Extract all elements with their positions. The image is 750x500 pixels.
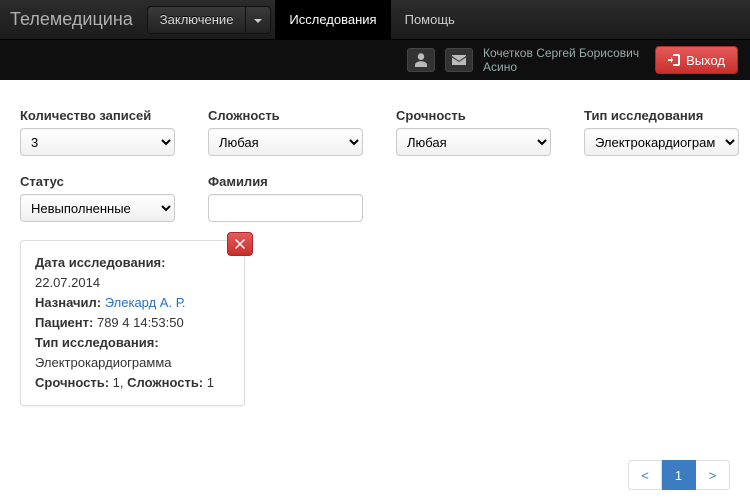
card-urgency-value: 1 [113,375,120,390]
filter-status: Статус Невыполненные [20,174,190,222]
study-card-wrap: Дата исследования: 22.07.2014 Назначил: … [20,240,245,406]
card-type-value: Электрокардиограмма [35,353,230,373]
card-patient-label: Пациент: [35,315,93,330]
card-urgency-label: Срочность: [35,375,109,390]
tab-studies[interactable]: Исследования [275,0,390,40]
filter-urgency: Срочность Любая [396,108,566,156]
conclusion-button[interactable]: Заключение [147,6,246,34]
logout-button[interactable]: Выход [655,46,738,74]
complexity-select[interactable]: Любая [208,128,363,156]
user-location: Асино [483,60,639,74]
pager-next[interactable]: > [696,460,730,490]
study-card: Дата исследования: 22.07.2014 Назначил: … [20,240,245,406]
chevron-down-icon [254,19,262,23]
records-select[interactable]: 3 [20,128,175,156]
filter-surname: Фамилия [208,174,378,222]
filter-complexity: Сложность Любая [208,108,378,156]
records-label: Количество записей [20,108,190,123]
pager-prev[interactable]: < [628,460,662,490]
card-date-value: 22.07.2014 [35,273,230,293]
user-info: Кочетков Сергей Борисович Асино [483,46,645,74]
urgency-label: Срочность [396,108,566,123]
card-patient-value: 789 4 14:53:50 [97,315,184,330]
card-complexity-value: 1 [207,375,214,390]
type-select[interactable]: Электрокардиограмма [584,128,739,156]
brand: Телемедицина [10,9,147,30]
urgency-select[interactable]: Любая [396,128,551,156]
pager-page-1[interactable]: 1 [662,460,696,490]
logout-icon [668,54,680,66]
pager: < 1 > [628,460,730,490]
status-label: Статус [20,174,190,189]
content: Количество записей 3 Сложность Любая Сро… [0,80,750,416]
tab-help[interactable]: Помощь [391,0,469,40]
card-assigned-label: Назначил: [35,295,101,310]
messages-button[interactable] [445,48,473,72]
card-complexity-label: Сложность: [127,375,203,390]
card-date-label: Дата исследования: [35,255,165,270]
filter-type: Тип исследования Электрокардиограмма [584,108,750,156]
conclusion-caret-button[interactable] [245,6,271,34]
filter-records: Количество записей 3 [20,108,190,156]
conclusion-dropdown: Заключение [147,6,272,34]
surname-input[interactable] [208,194,363,222]
card-type-label: Тип исследования: [35,335,159,350]
type-label: Тип исследования [584,108,750,123]
close-icon [235,239,245,249]
navbar: Телемедицина Заключение Исследования Пом… [0,0,750,40]
filters: Количество записей 3 Сложность Любая Сро… [20,108,730,222]
userbar: Кочетков Сергей Борисович Асино Выход [0,40,750,80]
complexity-label: Сложность [208,108,378,123]
profile-button[interactable] [407,48,435,72]
status-select[interactable]: Невыполненные [20,194,175,222]
surname-label: Фамилия [208,174,378,189]
card-close-button[interactable] [227,232,253,256]
envelope-icon [452,55,466,65]
logout-label: Выход [686,53,725,68]
user-icon [415,53,427,67]
card-assigned-link[interactable]: Элекард А. Р. [105,295,186,310]
user-name: Кочетков Сергей Борисович [483,46,639,60]
